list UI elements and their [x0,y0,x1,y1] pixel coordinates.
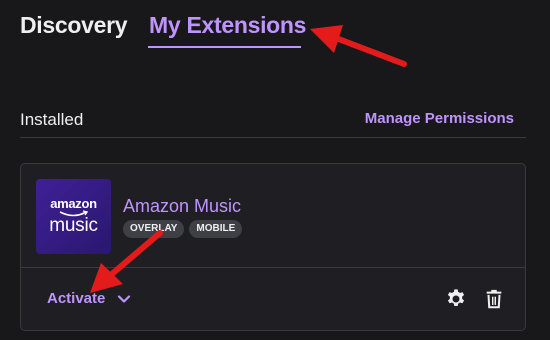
activate-label: Activate [47,290,106,307]
logo-wordmark-bottom: music [49,215,98,236]
card-divider [21,267,525,268]
extension-name[interactable]: Amazon Music [123,196,241,217]
activate-button[interactable]: Activate [47,290,131,307]
logo-wordmark-top: amazon [50,196,97,211]
gear-icon[interactable] [445,288,467,310]
extension-card: amazon music Amazon Music OVERLAY MOBILE… [20,163,526,331]
section-divider [20,137,526,138]
amazon-music-logo[interactable]: amazon music [36,179,111,254]
extension-badges: OVERLAY MOBILE [123,220,243,238]
chevron-down-icon[interactable] [117,292,131,306]
tab-discovery[interactable]: Discovery [20,12,128,39]
trash-icon[interactable] [483,288,505,310]
manage-permissions-link[interactable]: Manage Permissions [365,110,514,127]
installed-header: Installed Manage Permissions [20,108,526,136]
badge-mobile: MOBILE [189,220,243,238]
installed-label: Installed [20,110,84,129]
tab-bar: Discovery My Extensions [0,0,550,50]
badge-overlay: OVERLAY [123,220,185,238]
active-tab-indicator [148,46,301,48]
tab-my-extensions[interactable]: My Extensions [149,12,306,39]
